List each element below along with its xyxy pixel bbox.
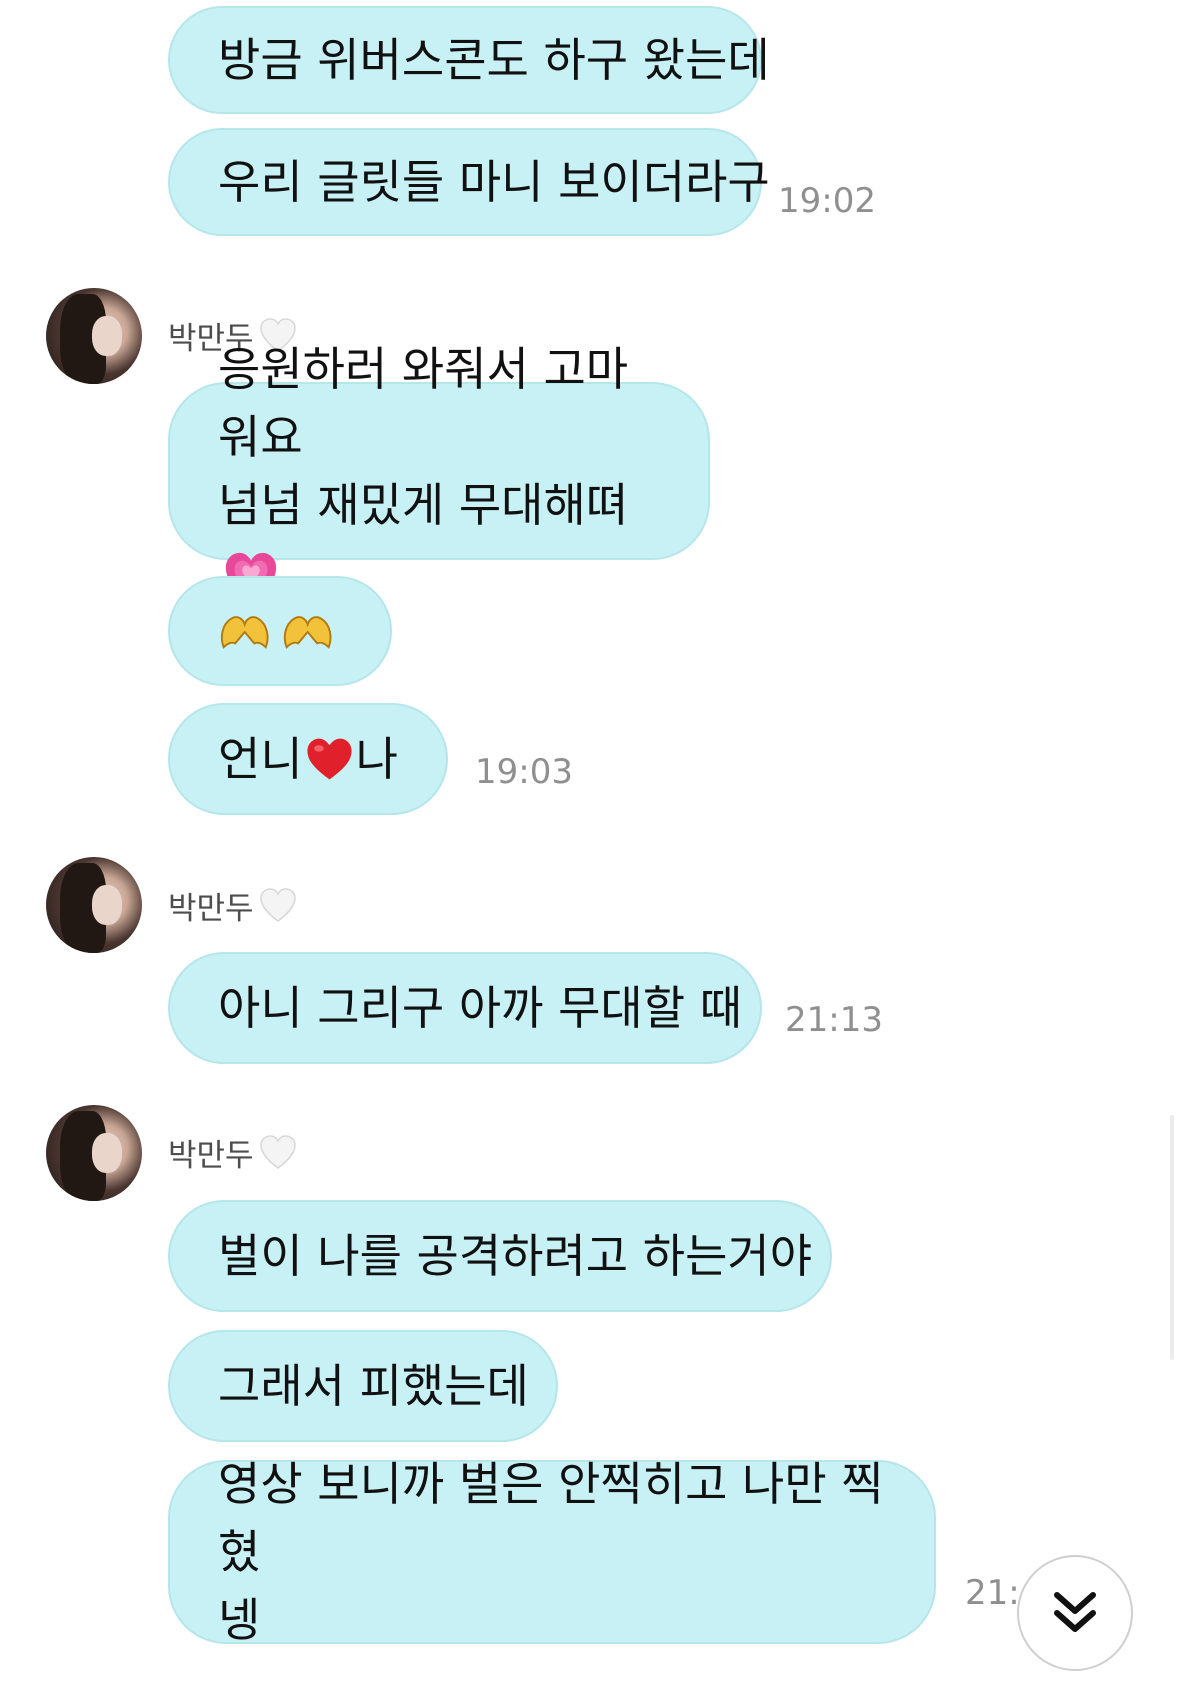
message-bubble[interactable]: 벌이 나를 공격하려고 하는거야 bbox=[168, 1200, 832, 1312]
sender-name: 박만두 bbox=[168, 883, 298, 928]
white-heart-icon bbox=[259, 887, 296, 922]
white-heart-icon bbox=[259, 1134, 296, 1169]
message-timestamp: 21: bbox=[965, 1573, 1020, 1613]
message-text: 나 bbox=[355, 732, 398, 786]
avatar[interactable] bbox=[46, 857, 142, 953]
avatar[interactable] bbox=[46, 1105, 142, 1201]
message-text: 넘넘 재밌게 무대해뗘 bbox=[218, 478, 629, 532]
message-bubble[interactable]: 영상 보니까 벌은 안찍히고 나만 찍혔 넹 bbox=[168, 1457, 936, 1647]
message-text: 방금 위버스콘도 하구 왔는데 bbox=[218, 33, 770, 87]
message-bubble[interactable]: 그래서 피했는데 bbox=[168, 1330, 558, 1442]
sender-name-text: 박만두 bbox=[168, 891, 254, 927]
message-timestamp: 19:02 bbox=[778, 181, 876, 221]
message-bubble[interactable]: 아니 그리구 아까 무대할 때 bbox=[168, 952, 762, 1064]
heart-hands-icon bbox=[220, 616, 332, 649]
avatar[interactable] bbox=[46, 288, 142, 384]
message-bubble[interactable]: 응원하러 와줘서 고마워요 넘넘 재밌게 무대해뗘 bbox=[168, 342, 710, 601]
message-line: 영상 보니까 벌은 안찍히고 나만 찍혔 bbox=[218, 1457, 884, 1579]
message-bubble[interactable]: 언니 나 bbox=[168, 703, 448, 815]
scrollbar[interactable] bbox=[1170, 1115, 1174, 1360]
message-line: 응원하러 와줘서 고마워요 bbox=[218, 342, 629, 464]
message-text: 그래서 피했는데 bbox=[218, 1359, 529, 1413]
message-timestamp: 21:13 bbox=[785, 1000, 883, 1040]
message-line: 넹 bbox=[218, 1593, 261, 1647]
scroll-to-bottom-button[interactable] bbox=[1017, 1555, 1133, 1671]
message-bubble[interactable] bbox=[168, 576, 392, 686]
message-timestamp: 19:03 bbox=[475, 752, 573, 792]
message-bubble[interactable]: 우리 글릿들 마니 보이더라구 bbox=[168, 128, 770, 236]
message-text: 우리 글릿들 마니 보이더라구 bbox=[218, 155, 770, 209]
message-text: 벌이 나를 공격하려고 하는거야 bbox=[218, 1229, 813, 1283]
red-heart-icon bbox=[307, 738, 352, 780]
message-text: 언니 bbox=[218, 732, 303, 786]
sender-name: 박만두 bbox=[168, 1130, 298, 1175]
message-bubble[interactable]: 방금 위버스콘도 하구 왔는데 bbox=[168, 6, 770, 114]
message-text: 아니 그리구 아까 무대할 때 bbox=[218, 981, 743, 1035]
double-chevron-down-icon bbox=[1054, 1592, 1096, 1632]
sender-name-text: 박만두 bbox=[168, 1138, 254, 1174]
